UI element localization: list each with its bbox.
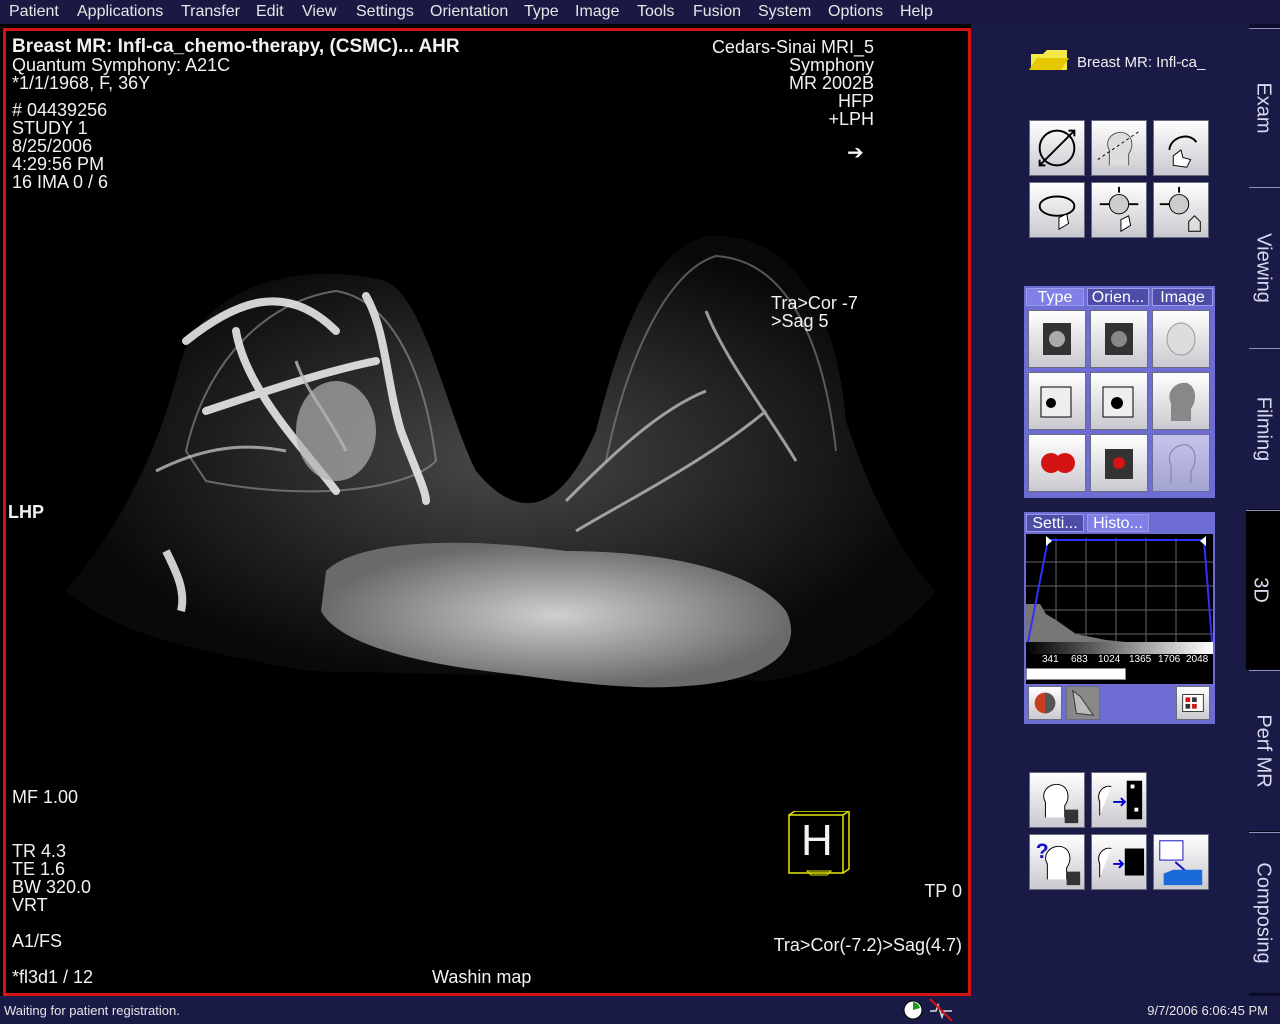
- export-to-folder-button[interactable]: [1153, 834, 1209, 890]
- ssd-type-button[interactable]: [1152, 310, 1210, 368]
- study-label: STUDY 1: [12, 118, 88, 138]
- tab-viewing[interactable]: Viewing: [1249, 187, 1280, 349]
- control-pane: Breast MR: Infl-ca_ Type Orien... Image …: [971, 24, 1249, 996]
- menu-help[interactable]: Help: [900, 3, 933, 21]
- menu-applications[interactable]: Applications: [77, 3, 163, 21]
- mpr-type-button[interactable]: [1028, 310, 1086, 368]
- clip-head-tool-button[interactable]: [1091, 120, 1147, 176]
- vrt-slab-button[interactable]: [1090, 434, 1148, 492]
- zoom-pan-tool-button[interactable]: [1029, 120, 1085, 176]
- menu-view[interactable]: View: [302, 3, 336, 21]
- bw-value: BW 320.0: [12, 877, 92, 897]
- arrow-right-icon: ➔: [847, 142, 864, 164]
- menu-image[interactable]: Image: [575, 3, 619, 21]
- tab-composing[interactable]: Composing: [1249, 832, 1280, 994]
- menu-orientation[interactable]: Orientation: [430, 3, 508, 21]
- tab-composing-label: Composing: [1252, 862, 1275, 964]
- study-time: 4:29:56 PM: [12, 154, 105, 174]
- head-surface-button[interactable]: [1152, 372, 1210, 430]
- rotate-3d-tool-button[interactable]: [1029, 182, 1085, 238]
- tab-type[interactable]: Type: [1026, 288, 1084, 306]
- histogram-tick: 2048: [1186, 654, 1209, 665]
- map-label: Washin map: [432, 967, 532, 987]
- tab-perf-mr[interactable]: Perf MR: [1249, 670, 1280, 832]
- study-date: 8/25/2006: [12, 136, 93, 156]
- device-label: Quantum Symphony: A21C: [12, 55, 231, 75]
- coil-label: A1/FS: [12, 931, 63, 951]
- type-panel: Type Orien... Image: [1024, 286, 1215, 498]
- view-orientation-full: Tra>Cor(-7.2)>Sag(4.7): [773, 935, 962, 955]
- thin-mip-type-button[interactable]: [1090, 372, 1148, 430]
- folder-label[interactable]: Breast MR: Infl-ca_: [1077, 54, 1205, 71]
- save-to-series-button[interactable]: [1091, 772, 1147, 828]
- menu-type[interactable]: Type: [524, 3, 559, 21]
- save-image-button[interactable]: [1029, 772, 1085, 828]
- side-marker: LHP: [8, 502, 44, 522]
- folder-icon: [1029, 50, 1069, 72]
- menu-fusion[interactable]: Fusion: [693, 3, 741, 21]
- export-series-button[interactable]: [1091, 834, 1147, 890]
- histogram-tick: 1024: [1098, 654, 1121, 665]
- rotate-tool-button[interactable]: [1153, 120, 1209, 176]
- move-head-tool-button[interactable]: [1091, 182, 1147, 238]
- tp-label: TP 0: [924, 881, 962, 901]
- histogram-tick: 1706: [1158, 654, 1181, 665]
- orientation-cube[interactable]: H: [787, 811, 851, 879]
- status-datetime: 9/7/2006 6:06:45 PM: [1147, 1003, 1268, 1018]
- status-bar: Waiting for patient registration. 9/7/20…: [0, 996, 1280, 1024]
- cube-face-letter: H: [801, 816, 833, 865]
- color-sphere-button[interactable]: [1028, 686, 1062, 720]
- vertical-tab-strip: Exam Viewing Filming 3D Perf MR Composin…: [1246, 24, 1280, 996]
- vrt-type-button[interactable]: [1028, 434, 1086, 492]
- menu-tools[interactable]: Tools: [637, 3, 674, 21]
- menu-system[interactable]: System: [758, 3, 811, 21]
- patient-id: # 04439256: [12, 100, 108, 120]
- lut-presets-button[interactable]: [1176, 686, 1210, 720]
- menu-options[interactable]: Options: [828, 3, 883, 21]
- tab-3d[interactable]: 3D: [1246, 510, 1280, 670]
- slab-type-button[interactable]: [1028, 372, 1086, 430]
- menu-patient[interactable]: Patient: [9, 3, 59, 21]
- histogram-panel: Setti... Histo... 341 683 1024 1365 1706…: [1024, 512, 1215, 724]
- menu-transfer[interactable]: Transfer: [181, 3, 240, 21]
- patient-position: HFP: [838, 91, 874, 111]
- orientation-label: +LPH: [828, 109, 874, 129]
- network-disconnected-icon: [928, 998, 954, 1022]
- te-value: TE 1.6: [12, 859, 66, 879]
- histogram-tick: 1365: [1129, 654, 1152, 665]
- status-message: Waiting for patient registration.: [4, 1003, 180, 1018]
- tab-exam[interactable]: Exam: [1249, 28, 1280, 188]
- model-label: MR 2002B: [788, 73, 874, 93]
- view-orientation-2: >Sag 5: [771, 311, 829, 331]
- tr-value: TR 4.3: [12, 841, 67, 861]
- histogram-tick: 341: [1042, 654, 1059, 665]
- histogram-tick: 683: [1071, 654, 1088, 665]
- tab-histogram[interactable]: Histo...: [1087, 514, 1149, 532]
- menu-bar: Patient Applications Transfer Edit View …: [0, 0, 1280, 24]
- histogram-graph[interactable]: 341 683 1024 1365 1706 2048: [1026, 534, 1213, 684]
- study-title: Breast MR: Infl-ca_chemo-therapy, (CSMC)…: [12, 36, 460, 57]
- image-counter: 16 IMA 0 / 6: [12, 172, 109, 192]
- institution-label: Cedars-Sinai MRI_5: [711, 37, 874, 57]
- tab-orientation[interactable]: Orien...: [1087, 288, 1149, 306]
- opacity-curve-button[interactable]: [1066, 686, 1100, 720]
- image-viewport[interactable]: Breast MR: Infl-ca_chemo-therapy, (CSMC)…: [3, 28, 971, 996]
- menu-settings[interactable]: Settings: [356, 3, 414, 21]
- tab-image[interactable]: Image: [1152, 288, 1213, 306]
- magnification-factor: MF 1.00: [12, 787, 79, 807]
- tab-filming[interactable]: Filming: [1249, 348, 1280, 510]
- menu-edit[interactable]: Edit: [256, 3, 284, 21]
- head-outline-button[interactable]: [1152, 434, 1210, 492]
- view-orientation-1: Tra>Cor -7: [771, 293, 858, 313]
- tab-settings[interactable]: Setti...: [1026, 514, 1084, 532]
- render-mode: VRT: [12, 895, 48, 915]
- home-head-tool-button[interactable]: [1153, 182, 1209, 238]
- activity-clock-icon: [902, 999, 924, 1021]
- patient-info: *1/1/1968, F, 36Y: [12, 73, 151, 93]
- help-save-button[interactable]: ?: [1029, 834, 1085, 890]
- mip-type-button[interactable]: [1090, 310, 1148, 368]
- histogram-range-slider[interactable]: [1026, 668, 1126, 680]
- system-label: Symphony: [788, 55, 874, 75]
- sequence-label: *fl3d1 / 12: [12, 967, 94, 987]
